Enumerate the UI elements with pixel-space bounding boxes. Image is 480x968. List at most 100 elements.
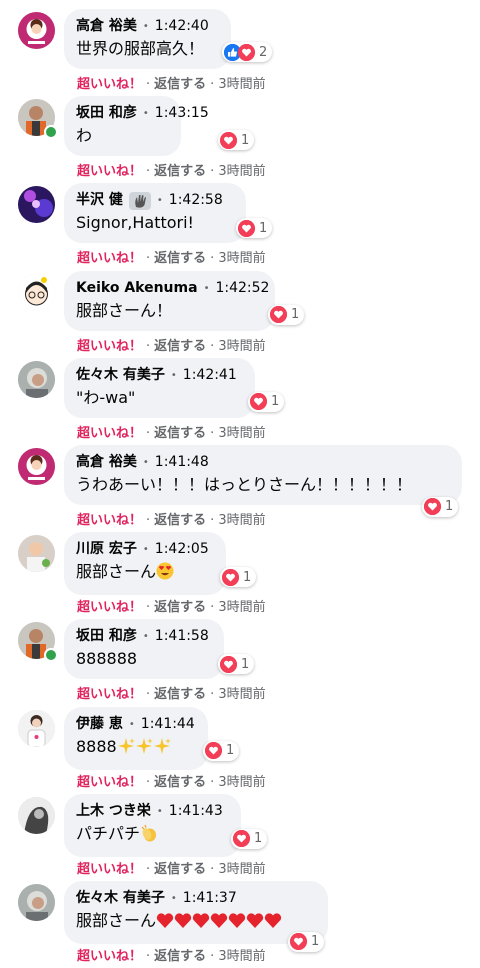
comment-author[interactable]: 坂田 和彦	[76, 104, 137, 123]
relative-time[interactable]: 3時間前	[218, 775, 265, 790]
relative-time[interactable]: 3時間前	[218, 77, 265, 92]
comment-timestamp[interactable]: 1:41:44	[141, 715, 195, 734]
separator-dot: ·	[146, 425, 151, 441]
comment-author[interactable]: 坂田 和彦	[76, 627, 137, 646]
comment-item: 半沢 健 • 1:42:58 Signor,Hattori! 1 超いいね！ · 返信する · 3…	[0, 183, 480, 270]
heart-reaction-icon	[220, 655, 237, 673]
relative-time[interactable]: 3時間前	[218, 513, 265, 528]
reaction-summary[interactable]: 1	[288, 931, 325, 952]
super-like-button[interactable]: 超いいね！	[77, 775, 142, 790]
super-like-button[interactable]: 超いいね！	[77, 513, 142, 528]
super-like-button[interactable]: 超いいね！	[77, 426, 142, 441]
heart-emoji-icon	[156, 912, 174, 935]
relative-time[interactable]: 3時間前	[218, 687, 265, 702]
comment-item: 坂田 和彦 • 1:41:58 888888 1 超いいね！ · 返信する · 3時間前	[0, 619, 480, 706]
super-like-button[interactable]: 超いいね！	[77, 251, 142, 266]
comment-bubble[interactable]: 佐々木 有美子 • 1:42:41 "わ-wa"	[64, 357, 255, 418]
avatar[interactable]	[18, 273, 55, 311]
reply-button[interactable]: 返信する	[154, 513, 206, 528]
comment-author[interactable]: 半沢 健	[76, 191, 123, 210]
separator-dot: •	[156, 195, 163, 207]
heart-reaction-icon	[205, 742, 222, 759]
reaction-summary[interactable]: 1	[248, 391, 285, 412]
comment-bubble[interactable]: 高倉 裕美 • 1:42:40 世界の服部高久！	[64, 9, 231, 69]
comment-timestamp[interactable]: 1:42:52	[215, 279, 269, 298]
comment-bubble[interactable]: 坂田 和彦 • 1:41:58 888888	[64, 619, 224, 680]
super-like-button[interactable]: 超いいね！	[77, 77, 142, 92]
comment-author[interactable]: 伊藤 恵	[76, 715, 123, 734]
avatar[interactable]	[18, 709, 55, 747]
comment-timestamp[interactable]: 1:42:40	[155, 17, 209, 36]
relative-time[interactable]: 3時間前	[218, 426, 265, 441]
comment-bubble[interactable]: 高倉 裕美 • 1:41:48 うわあーい！！！はっとりさーん！！！！！！	[64, 444, 462, 505]
super-like-button[interactable]: 超いいね！	[77, 339, 142, 354]
relative-time[interactable]: 3時間前	[218, 339, 265, 354]
comment-bubble[interactable]: Keiko Akenuma • 1:42:52 服部さーん！	[64, 270, 275, 331]
reply-button[interactable]: 返信する	[154, 426, 206, 441]
comment-bubble[interactable]: 半沢 健 • 1:42:58 Signor,Hattori!	[64, 183, 246, 244]
reply-button[interactable]: 返信する	[154, 600, 206, 615]
comment-timestamp[interactable]: 1:42:05	[155, 540, 209, 559]
comment-bubble[interactable]: 上木 つき栄 • 1:41:43 パチパチ	[64, 793, 241, 857]
relative-time[interactable]: 3時間前	[218, 949, 265, 964]
comment-text: Signor,Hattori!	[76, 213, 194, 233]
relative-time[interactable]: 3時間前	[218, 600, 265, 615]
comment-author[interactable]: 高倉 裕美	[76, 453, 137, 472]
reply-button[interactable]: 返信する	[154, 164, 206, 179]
super-like-button[interactable]: 超いいね！	[77, 949, 142, 964]
relative-time[interactable]: 3時間前	[218, 251, 265, 266]
comment-timestamp[interactable]: 1:42:58	[169, 191, 223, 210]
separator-dot: ·	[146, 77, 151, 92]
reply-button[interactable]: 返信する	[154, 77, 206, 92]
super-like-button[interactable]: 超いいね！	[77, 600, 142, 615]
comment-author[interactable]: 川原 宏子	[76, 540, 137, 559]
comment-author[interactable]: Keiko Akenuma	[76, 279, 198, 298]
comment-author[interactable]: 上木 つき栄	[76, 802, 151, 821]
reply-button[interactable]: 返信する	[154, 251, 206, 266]
reply-button[interactable]: 返信する	[154, 949, 206, 964]
comment-author[interactable]: 高倉 裕美	[76, 17, 137, 36]
reaction-summary[interactable]: 1	[218, 130, 255, 151]
reaction-summary[interactable]: 1	[422, 496, 459, 517]
avatar[interactable]	[18, 186, 55, 224]
avatar[interactable]	[18, 360, 55, 398]
comment-header: 坂田 和彦 • 1:43:15	[76, 104, 209, 123]
avatar[interactable]	[18, 535, 55, 573]
separator-dot: •	[170, 369, 177, 381]
relative-time[interactable]: 3時間前	[218, 164, 265, 179]
comment-timestamp[interactable]: 1:41:58	[155, 627, 209, 646]
avatar[interactable]	[18, 796, 55, 834]
comment-timestamp[interactable]: 1:43:15	[155, 104, 209, 123]
comment-text-line: "わ-wa"	[76, 387, 242, 409]
comment-timestamp[interactable]: 1:41:48	[155, 453, 209, 472]
comment-bubble[interactable]: 佐々木 有美子 • 1:41:37 服部さーん	[64, 880, 328, 944]
reaction-summary[interactable]: 1	[218, 654, 255, 675]
avatar[interactable]	[18, 12, 55, 49]
avatar[interactable]	[18, 883, 55, 921]
comment-timestamp[interactable]: 1:41:43	[169, 802, 223, 821]
reply-button[interactable]: 返信する	[154, 339, 206, 354]
reaction-summary[interactable]: 1	[203, 740, 240, 761]
comment-bubble[interactable]: 坂田 和彦 • 1:43:15 わ	[64, 96, 209, 157]
reaction-summary[interactable]: 1	[236, 218, 273, 239]
comment-bubble[interactable]: 川原 宏子 • 1:42:05 服部さーん	[64, 532, 226, 596]
super-like-button[interactable]: 超いいね！	[77, 164, 142, 179]
avatar[interactable]	[18, 447, 55, 485]
comment-bubble[interactable]: 伊藤 恵 • 1:41:44 8888	[64, 706, 208, 770]
reply-button[interactable]: 返信する	[154, 775, 206, 790]
separator-dot: •	[128, 718, 135, 730]
comment-author[interactable]: 佐々木 有美子	[76, 889, 165, 908]
super-like-button[interactable]: 超いいね！	[77, 862, 142, 877]
reaction-summary[interactable]: 1	[220, 567, 257, 588]
relative-time[interactable]: 3時間前	[218, 862, 265, 877]
reaction-summary[interactable]: 2	[222, 42, 273, 62]
super-like-button[interactable]: 超いいね！	[77, 687, 142, 702]
comment-author[interactable]: 佐々木 有美子	[76, 366, 165, 385]
comment-item: Keiko Akenuma • 1:42:52 服部さーん！ 1 超いいね！ · 返信する · 3…	[0, 270, 480, 358]
reply-button[interactable]: 返信する	[154, 862, 206, 877]
reply-button[interactable]: 返信する	[154, 687, 206, 702]
reaction-summary[interactable]: 1	[231, 828, 268, 849]
comment-timestamp[interactable]: 1:41:37	[183, 889, 237, 908]
comment-timestamp[interactable]: 1:42:41	[183, 366, 237, 385]
reaction-summary[interactable]: 1	[268, 304, 305, 325]
